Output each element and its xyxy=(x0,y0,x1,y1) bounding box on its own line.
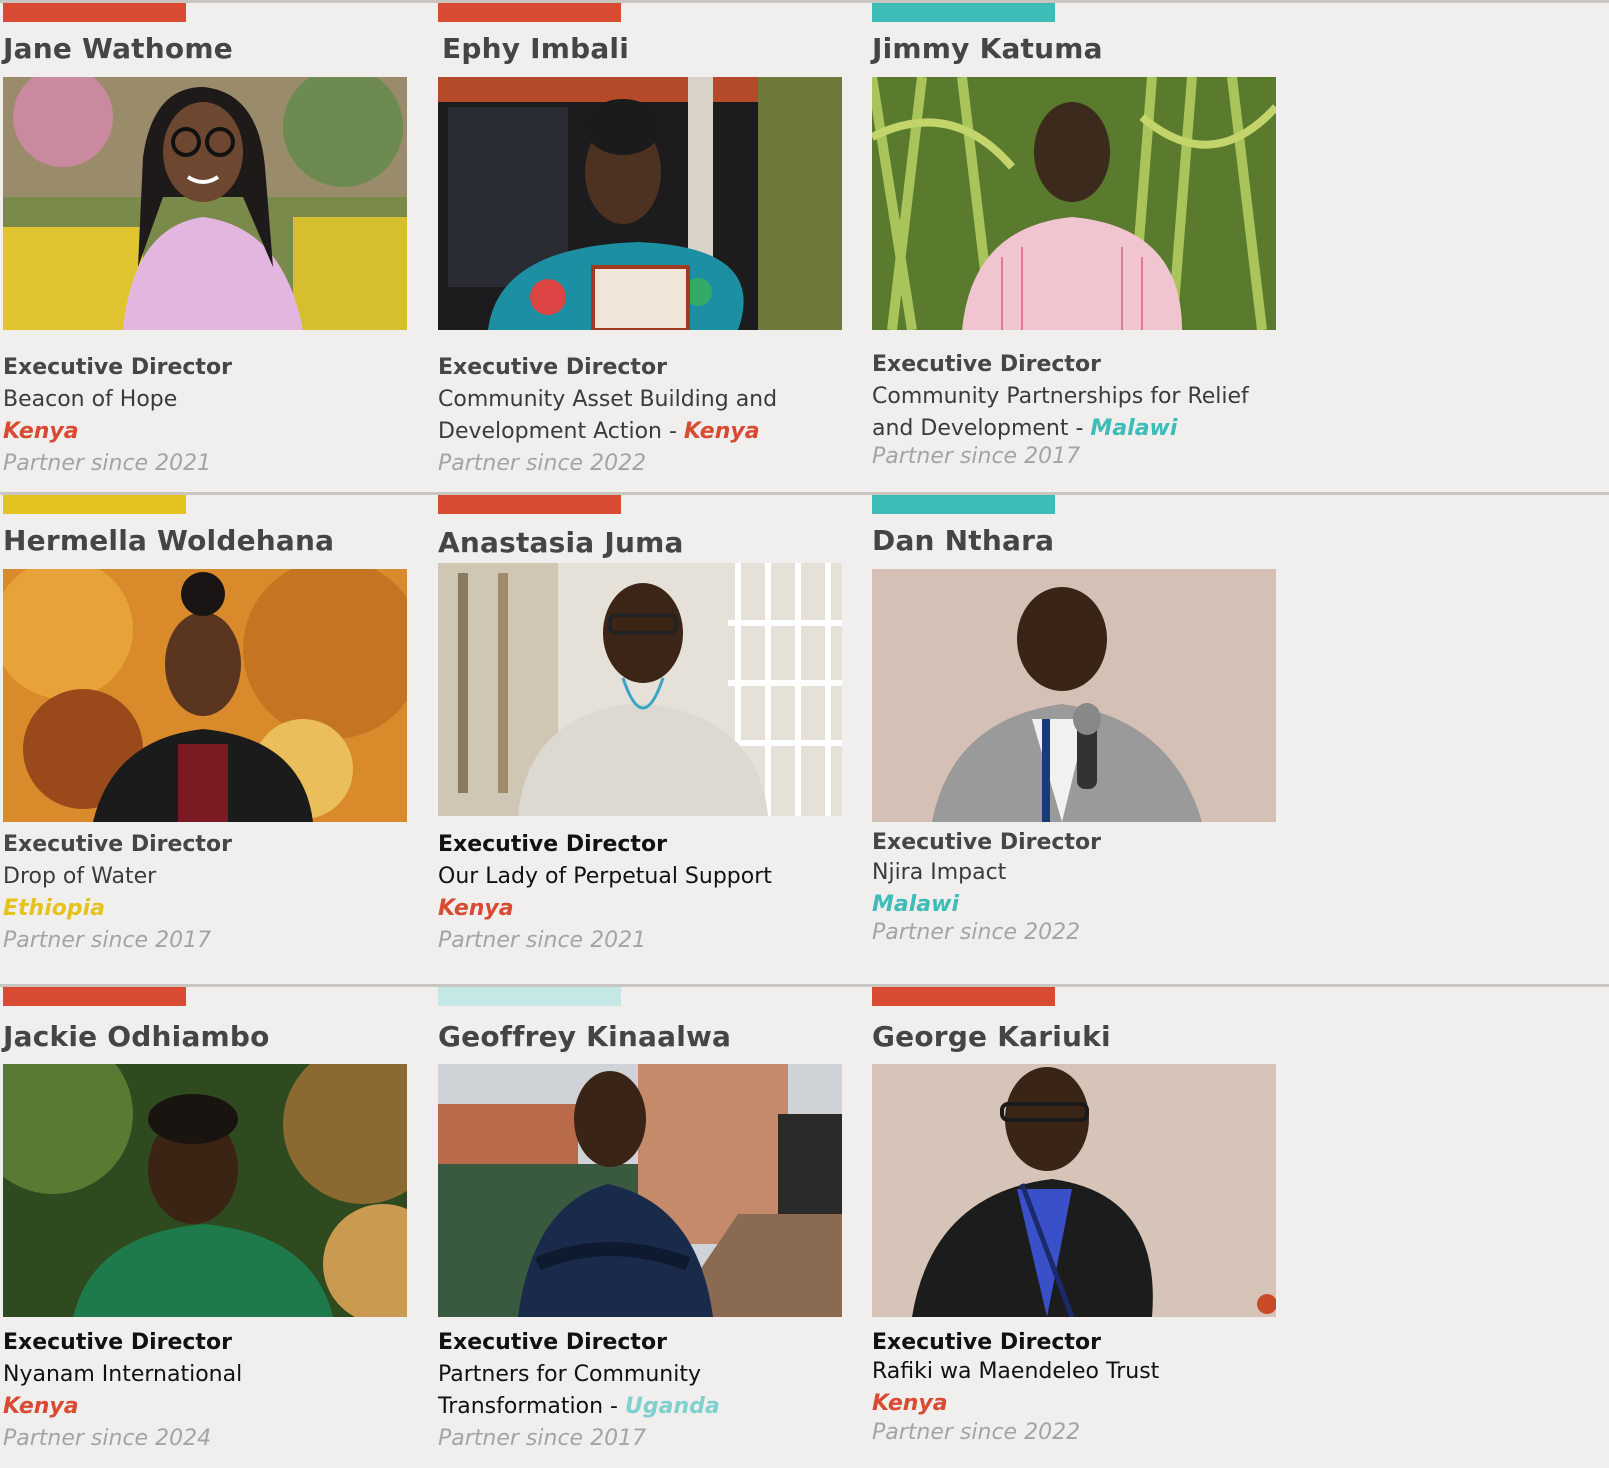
partner-photo xyxy=(438,1064,842,1317)
partner-name: Jane Wathome xyxy=(3,32,233,65)
partner-org-text: Community Partnerships for Relief and De… xyxy=(872,384,1249,441)
partner-org: Partners for Community Transformation - … xyxy=(438,1359,858,1423)
row-divider xyxy=(0,0,1609,3)
country-accent-bar xyxy=(438,495,621,514)
country-accent-bar xyxy=(3,495,186,514)
partner-org: Community Partnerships for Relief and De… xyxy=(872,381,1292,445)
partner-info: Executive Director Drop of Water Ethiopi… xyxy=(3,829,423,957)
partner-country: Kenya xyxy=(872,1391,948,1416)
partner-name: Hermella Woldehana xyxy=(3,524,335,557)
partner-since: Partner since 2021 xyxy=(438,928,647,953)
partner-photo xyxy=(3,569,407,822)
partner-name: Ephy Imbali xyxy=(442,32,630,65)
partner-since: Partner since 2021 xyxy=(3,451,212,476)
partner-country: Malawi xyxy=(1090,416,1178,441)
partner-name: Jackie Odhiambo xyxy=(3,1020,270,1053)
partner-org: Our Lady of Perpetual Support xyxy=(438,864,772,889)
partner-country: Kenya xyxy=(683,419,760,444)
partner-name: Geoffrey Kinaalwa xyxy=(438,1020,732,1053)
country-accent-bar xyxy=(438,3,621,22)
partner-org: Njira Impact xyxy=(872,860,1007,885)
partner-photo xyxy=(872,77,1276,330)
partner-photo xyxy=(438,77,842,330)
partner-since: Partner since 2022 xyxy=(872,920,1081,945)
partner-role: Executive Director xyxy=(872,1330,1101,1355)
partner-photo xyxy=(3,77,407,330)
partner-role: Executive Director xyxy=(438,355,667,380)
country-accent-bar xyxy=(872,987,1055,1006)
partner-country: Uganda xyxy=(624,1394,720,1419)
partner-info: Executive Director Our Lady of Perpetual… xyxy=(438,829,858,957)
country-accent-bar xyxy=(872,3,1055,22)
partner-since: Partner since 2017 xyxy=(3,928,212,953)
partner-since: Partner since 2024 xyxy=(3,1426,212,1451)
partner-org: Nyanam International xyxy=(3,1362,243,1387)
partner-info: Executive Director Rafiki wa Maendeleo T… xyxy=(872,1327,1292,1449)
partner-org: Rafiki wa Maendeleo Trust xyxy=(872,1359,1160,1384)
country-accent-bar xyxy=(3,3,186,22)
partner-country: Ethiopia xyxy=(3,896,105,921)
partner-org: Beacon of Hope xyxy=(3,387,178,412)
partner-country: Kenya xyxy=(3,1394,79,1419)
partner-photo xyxy=(872,569,1276,822)
country-accent-bar xyxy=(872,495,1055,514)
partner-since: Partner since 2017 xyxy=(872,444,1081,469)
partner-since: Partner since 2022 xyxy=(438,451,647,476)
partner-info: Executive Director Nyanam International … xyxy=(3,1327,423,1455)
partner-role: Executive Director xyxy=(438,832,667,857)
country-accent-bar xyxy=(438,987,621,1006)
partner-country: Kenya xyxy=(438,896,514,921)
partner-role: Executive Director xyxy=(438,1330,667,1355)
partner-name: Jimmy Katuma xyxy=(872,32,1103,65)
partner-role: Executive Director xyxy=(3,355,232,380)
partner-photo xyxy=(3,1064,407,1317)
partner-info: Executive Director Partners for Communit… xyxy=(438,1327,858,1455)
partner-photo xyxy=(438,563,842,816)
row-divider xyxy=(0,984,1609,987)
partner-org: Community Asset Building and Development… xyxy=(438,384,858,448)
partner-info: Executive Director Beacon of Hope Kenya … xyxy=(3,352,423,480)
partner-name: Anastasia Juma xyxy=(438,526,684,559)
partner-name: Dan Nthara xyxy=(872,524,1055,557)
partner-info: Executive Director Njira Impact Malawi P… xyxy=(872,827,1292,949)
partner-since: Partner since 2022 xyxy=(872,1420,1081,1445)
partner-info: Executive Director Community Partnership… xyxy=(872,349,1292,473)
partner-info: Executive Director Community Asset Build… xyxy=(438,352,858,480)
partner-role: Executive Director xyxy=(872,352,1101,377)
partner-country: Kenya xyxy=(3,419,79,444)
partner-role: Executive Director xyxy=(3,1330,232,1355)
row-divider xyxy=(0,492,1609,495)
country-accent-bar xyxy=(3,987,186,1006)
partner-photo xyxy=(872,1064,1276,1317)
partner-org: Drop of Water xyxy=(3,864,157,889)
partner-role: Executive Director xyxy=(3,832,232,857)
partner-since: Partner since 2017 xyxy=(438,1426,647,1451)
partner-name: George Kariuki xyxy=(872,1020,1111,1053)
partner-role: Executive Director xyxy=(872,830,1101,855)
